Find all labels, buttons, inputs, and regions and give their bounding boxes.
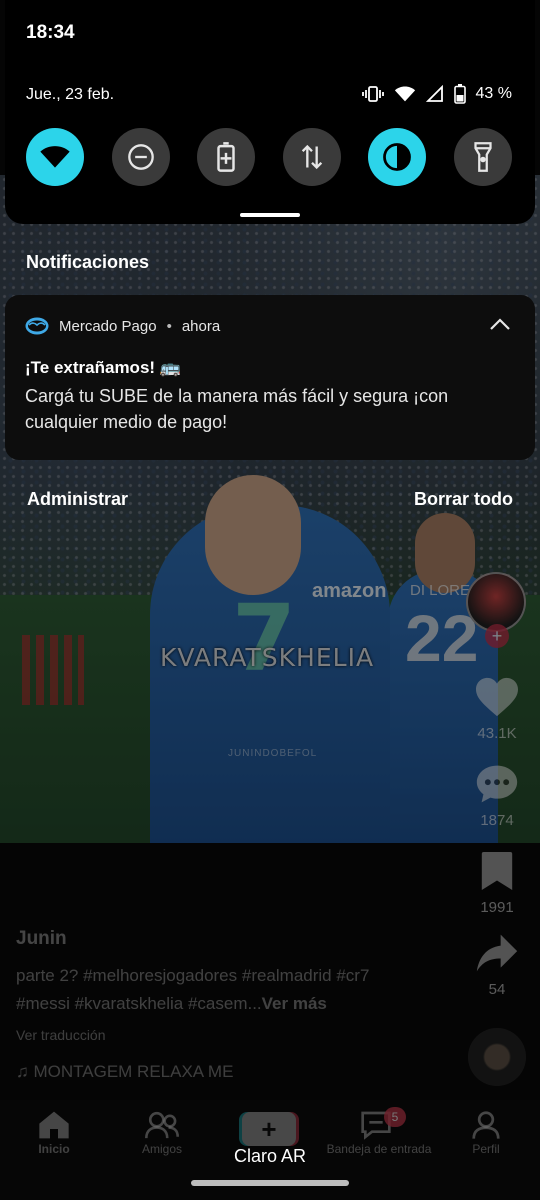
gesture-bar[interactable] [191, 1180, 349, 1186]
notification-card[interactable]: Mercado Pago • ahora ¡Te extrañamos! 🚌 C… [5, 295, 535, 460]
tile-mobile-data[interactable] [283, 128, 341, 186]
clear-all-button[interactable]: Borrar todo [414, 489, 513, 510]
collapse-button[interactable] [489, 317, 511, 336]
data-arrows-icon [301, 144, 323, 170]
carrier-label: Claro AR [233, 1146, 307, 1166]
separator-dot: • [166, 317, 172, 335]
notifications-heading: Notificaciones [26, 252, 150, 272]
chevron-up-icon [490, 318, 510, 330]
notification-app-name: Mercado Pago [59, 317, 157, 335]
notification-time: ahora [181, 317, 221, 335]
clock: 18:34 [26, 22, 75, 43]
notification-title: ¡Te extrañamos! 🚌 [25, 358, 181, 377]
tile-dark-theme[interactable] [368, 128, 426, 186]
shade-drag-handle[interactable] [240, 213, 300, 217]
dnd-icon [128, 144, 154, 170]
signal-icon [425, 85, 443, 102]
battery-icon [453, 84, 466, 104]
vibrate-icon [361, 86, 384, 102]
quick-settings-panel [5, 0, 535, 224]
flashlight-icon [474, 142, 492, 172]
battery-saver-icon [217, 142, 235, 172]
wifi-status-icon [394, 86, 415, 102]
status-icons: 43 % [361, 84, 512, 104]
mercado-pago-icon [25, 317, 49, 335]
date[interactable]: Jue., 23 feb. [26, 86, 114, 104]
notification-header: Mercado Pago • ahora [25, 317, 220, 335]
tile-do-not-disturb[interactable] [112, 128, 170, 186]
wifi-icon [40, 146, 70, 168]
tile-battery-saver[interactable] [197, 128, 255, 186]
contrast-icon [383, 143, 411, 171]
notification-body: Cargá tu SUBE de la manera más fácil y s… [25, 386, 449, 432]
manage-notifications-button[interactable]: Administrar [27, 489, 128, 510]
battery-percent: 43 % [475, 85, 512, 102]
tile-flashlight[interactable] [454, 128, 512, 186]
tile-wifi[interactable] [26, 128, 84, 186]
